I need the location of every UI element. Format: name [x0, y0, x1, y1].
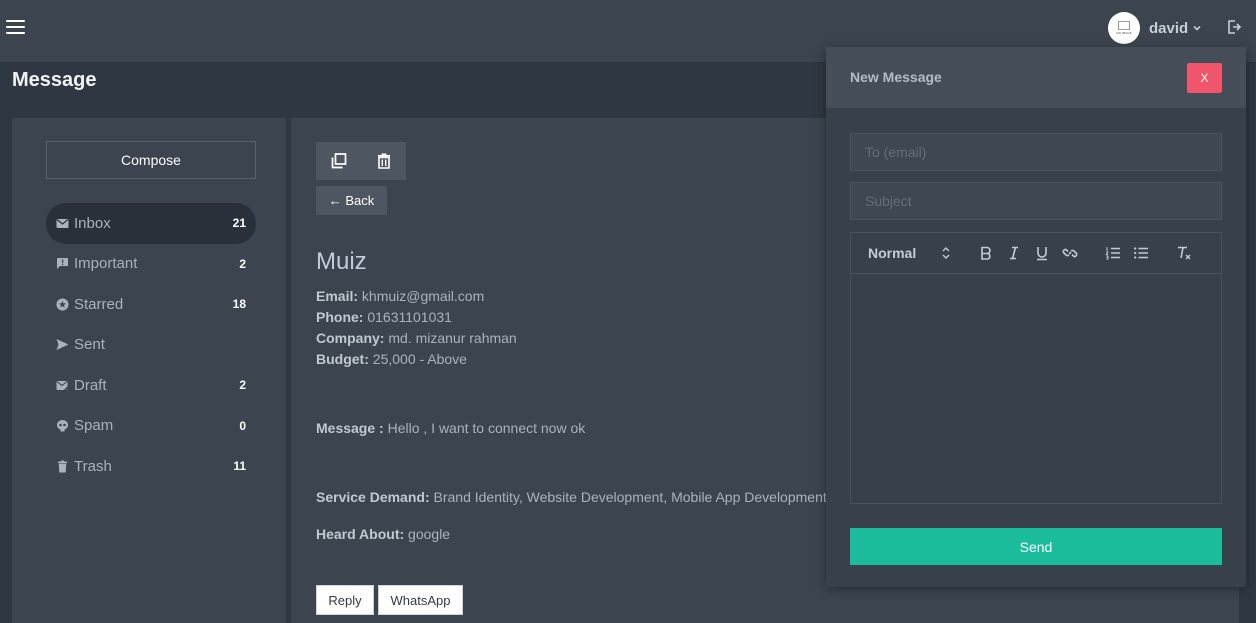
copy-icon [331, 153, 346, 169]
format-select[interactable]: Normal [868, 245, 916, 261]
new-message-modal: New Message X Normal [826, 47, 1246, 587]
italic-button[interactable] [1005, 243, 1023, 263]
sidebar-item-important[interactable]: Important 2 [46, 244, 256, 285]
heard-about-label: Heard About: [316, 526, 405, 542]
company-label: Company: [316, 330, 385, 346]
envelope-icon [56, 218, 69, 228]
sidebar-item-label: Important [74, 255, 138, 273]
mail-sidebar: Compose Inbox 21 Important 2 Starred 18 … [12, 118, 286, 623]
back-button[interactable]: ← Back [316, 186, 387, 215]
service-demand-line: Service Demand: Brand Identity, Website … [316, 489, 827, 505]
important-icon [57, 258, 68, 270]
sidebar-item-count: 18 [232, 297, 246, 312]
trash-icon [377, 153, 390, 169]
sidebar-item-label: Draft [74, 376, 107, 394]
message-editor-area[interactable] [851, 274, 1221, 503]
phone-value: 01631101031 [367, 309, 452, 325]
sidebar-item-count: 2 [239, 256, 246, 271]
sidebar-item-starred[interactable]: Starred 18 [46, 284, 256, 325]
email-line: Email: khmuiz@gmail.com [316, 288, 484, 304]
ordered-list-button[interactable] [1104, 243, 1122, 263]
sidebar-item-label: Inbox [74, 214, 111, 232]
clear-format-button[interactable] [1175, 243, 1193, 263]
message-toolbar [316, 142, 406, 180]
budget-value: 25,000 - Above [372, 351, 467, 367]
star-icon [56, 298, 69, 311]
heard-about-value: google [408, 526, 451, 542]
copy-button[interactable] [316, 142, 361, 180]
sidebar-item-count: 2 [239, 378, 246, 393]
phone-line: Phone: 01631101031 [316, 309, 452, 325]
sidebar-item-label: Sent [74, 336, 105, 354]
company-line: Company: md. mizanur rahman [316, 330, 517, 346]
mail-folder-nav: Inbox 21 Important 2 Starred 18 Sent Dra… [46, 203, 256, 487]
sidebar-item-label: Trash [74, 457, 112, 475]
sidebar-item-draft[interactable]: Draft 2 [46, 365, 256, 406]
chevron-down-icon [1193, 25, 1201, 31]
sidebar-item-count: 21 [232, 216, 246, 231]
compose-button[interactable]: Compose [46, 141, 256, 179]
email-label: Email: [316, 288, 359, 304]
sidebar-item-spam[interactable]: Spam 0 [46, 406, 256, 447]
to-email-input[interactable] [850, 133, 1222, 171]
whatsapp-button[interactable]: WhatsApp [378, 585, 463, 615]
message-body-line: Message : Hello , I want to connect now … [316, 420, 585, 436]
spam-icon [57, 420, 68, 432]
heard-about-line: Heard About: google [316, 526, 450, 542]
underline-icon [1037, 247, 1047, 261]
bullet-list-button[interactable] [1132, 243, 1150, 263]
ordered-list-icon [1105, 247, 1120, 260]
editor-toolbar: Normal [851, 233, 1221, 274]
message-body-label: Message : [316, 420, 384, 436]
sidebar-item-trash[interactable]: Trash 11 [46, 446, 256, 487]
service-demand-label: Service Demand: [316, 489, 430, 505]
delete-button[interactable] [361, 142, 406, 180]
service-demand-value: Brand Identity, Website Development, Mob… [433, 489, 827, 505]
link-button[interactable] [1061, 243, 1079, 263]
budget-label: Budget: [316, 351, 369, 367]
logout-icon[interactable] [1226, 19, 1242, 35]
user-menu[interactable]: NO IMAGE david [1108, 12, 1202, 44]
sidebar-item-inbox[interactable]: Inbox 21 [46, 203, 256, 244]
trash-icon [58, 460, 67, 473]
rich-text-editor: Normal [850, 232, 1222, 504]
clear-format-icon [1178, 246, 1191, 260]
user-name: david [1149, 19, 1189, 37]
sidebar-item-label: Spam [74, 417, 114, 435]
email-value: khmuiz@gmail.com [361, 288, 485, 304]
hamburger-menu-icon[interactable] [6, 20, 25, 35]
sidebar-item-count: 11 [233, 459, 246, 474]
bullet-list-icon [1134, 247, 1148, 259]
avatar-placeholder-text: NO IMAGE [1116, 31, 1132, 35]
avatar: NO IMAGE [1108, 12, 1140, 44]
subject-input[interactable] [850, 182, 1222, 220]
modal-title: New Message [850, 69, 942, 85]
company-value: md. mizanur rahman [388, 330, 517, 346]
budget-line: Budget: 25,000 - Above [316, 351, 467, 367]
message-body: Hello , I want to connect now ok [387, 420, 586, 436]
send-icon [56, 339, 69, 351]
page-title: Message [12, 69, 97, 91]
modal-header: New Message X [826, 47, 1246, 108]
sidebar-item-label: Starred [74, 295, 124, 313]
underline-button[interactable] [1033, 243, 1051, 263]
phone-label: Phone: [316, 309, 364, 325]
sidebar-item-sent[interactable]: Sent [46, 325, 256, 366]
draft-icon [56, 380, 69, 392]
close-button[interactable]: X [1187, 63, 1222, 93]
bold-button[interactable] [977, 243, 995, 263]
sender-name: Muiz [316, 248, 367, 275]
link-icon [1062, 248, 1078, 258]
reply-button[interactable]: Reply [316, 585, 374, 615]
send-button[interactable]: Send [850, 528, 1222, 565]
bold-icon [981, 246, 991, 260]
italic-icon [1010, 246, 1018, 260]
select-arrows-icon [942, 247, 950, 259]
sidebar-item-count: 0 [239, 418, 246, 433]
